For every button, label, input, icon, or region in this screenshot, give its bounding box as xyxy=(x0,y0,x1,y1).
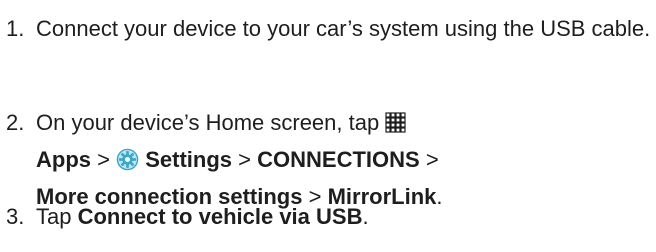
tap-word: Tap xyxy=(36,204,72,229)
apps-grid-icon xyxy=(385,110,407,143)
connect-to-vehicle-label: Connect to vehicle via USB xyxy=(77,204,363,229)
step-1: 1. Connect your device to your car’s sys… xyxy=(0,12,656,45)
step-number: 3. xyxy=(6,204,25,229)
separator: > xyxy=(238,147,252,172)
settings-gear-icon xyxy=(116,147,139,180)
period: . xyxy=(362,204,369,229)
step-2: 2. On your device’s Home screen, tap App… xyxy=(0,106,656,213)
separator: > xyxy=(97,147,110,172)
step-intro: On your device’s Home screen, tap xyxy=(36,110,380,135)
step-text: Tap Connect to vehicle via USB. xyxy=(36,200,656,233)
step-number: 2. xyxy=(6,110,25,135)
separator: > xyxy=(425,147,439,172)
step-3: 3. Tap Connect to vehicle via USB. xyxy=(0,200,656,233)
connections-label: CONNECTIONS xyxy=(257,147,420,172)
settings-label: Settings xyxy=(145,147,233,172)
step-number: 1. xyxy=(6,16,25,41)
apps-label: Apps xyxy=(36,147,91,172)
step-text: Connect your device to your car’s system… xyxy=(36,16,651,41)
step-text: On your device’s Home screen, tap Apps > xyxy=(36,106,656,213)
